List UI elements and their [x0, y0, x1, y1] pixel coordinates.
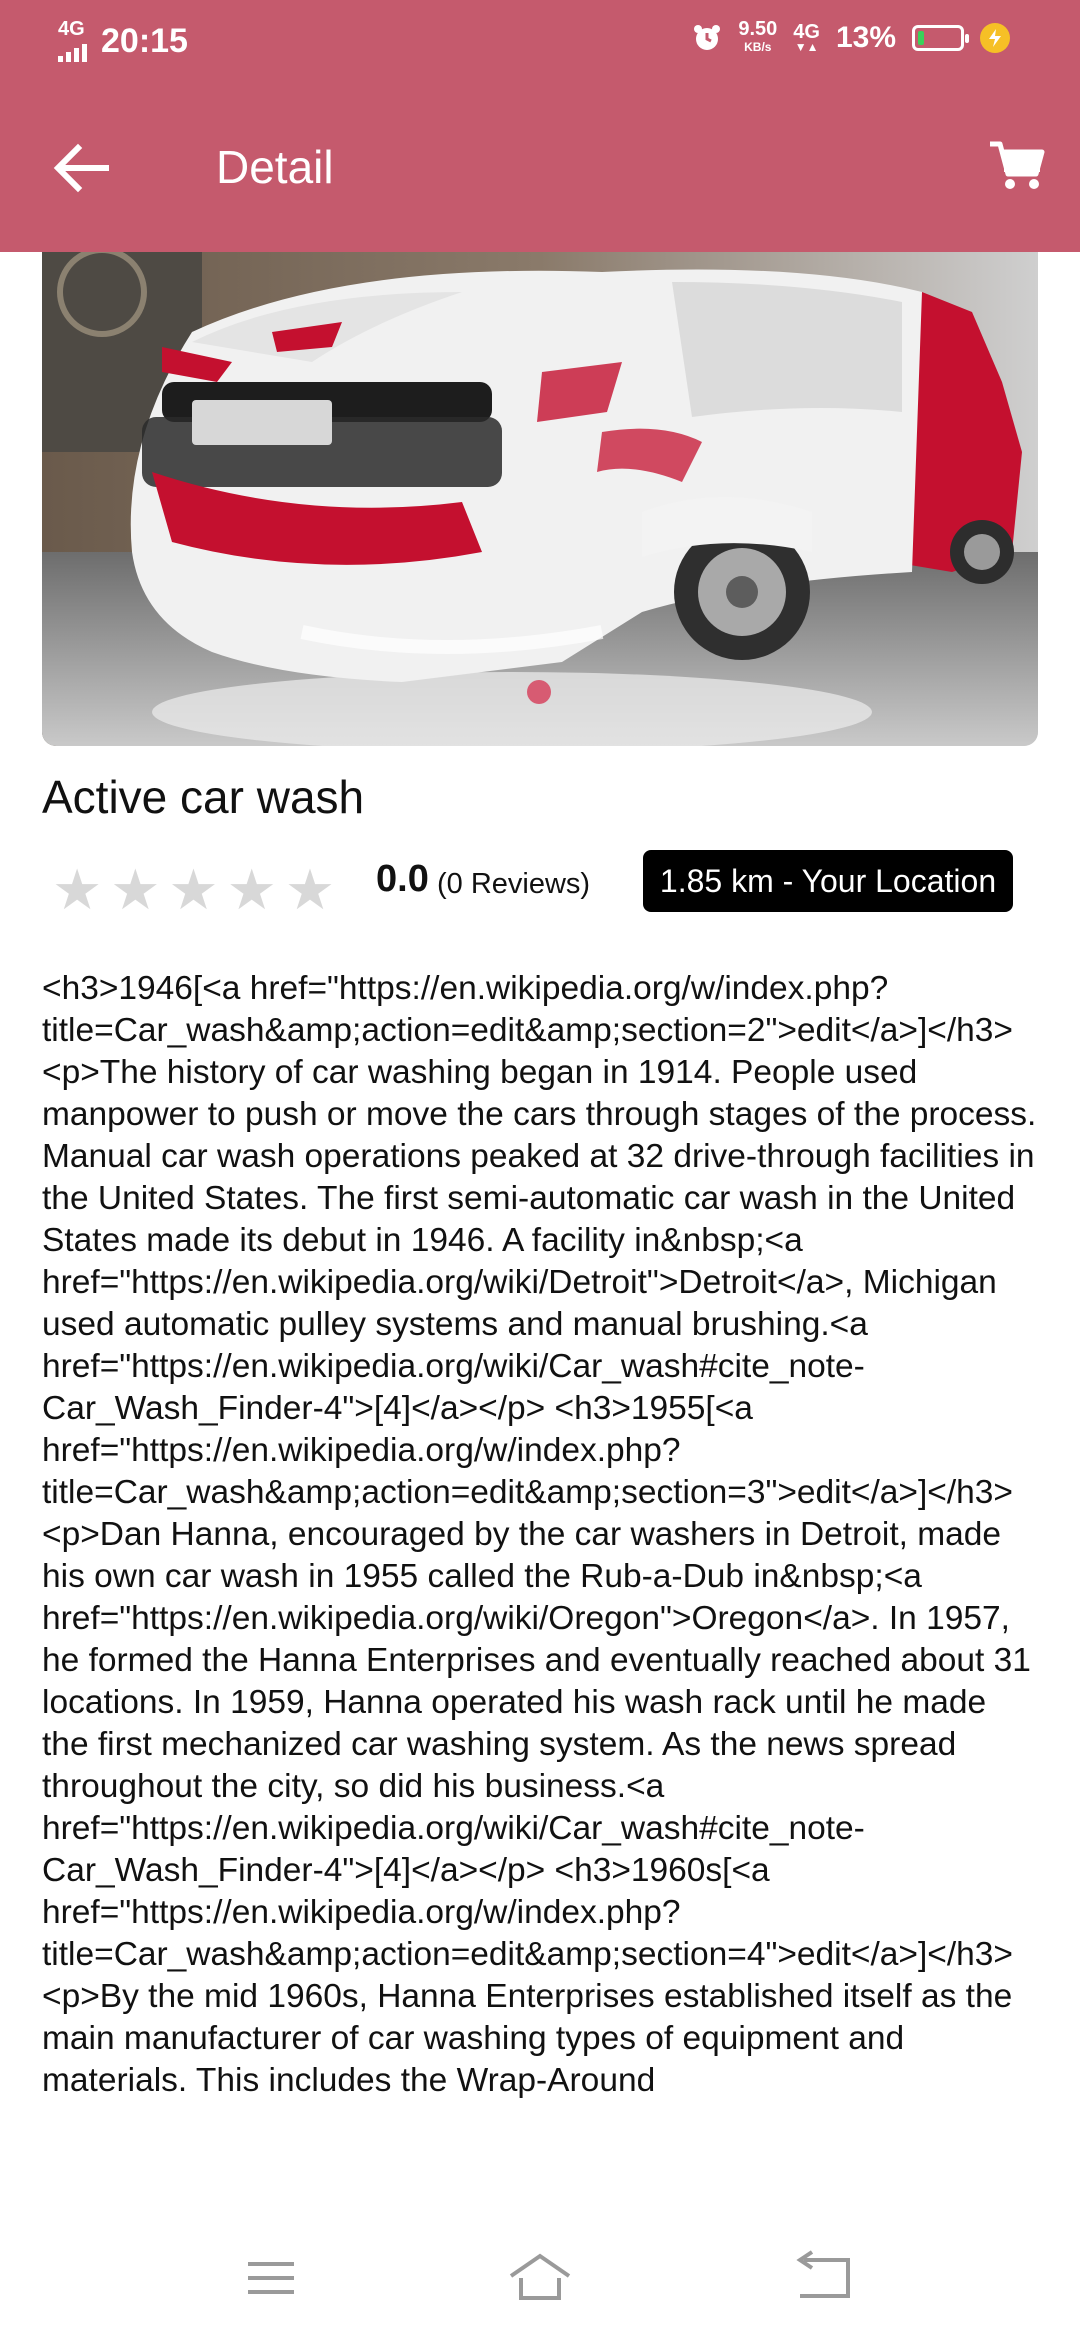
alarm-icon	[694, 25, 721, 50]
back-icon[interactable]	[790, 2248, 860, 2308]
description-text: <h3>1946[<a href="https://en.wikipedia.o…	[42, 970, 1037, 2099]
signal-icon: 4G	[58, 18, 87, 62]
home-icon[interactable]	[505, 2248, 575, 2308]
menu-icon[interactable]	[236, 2248, 306, 2308]
charging-icon	[980, 23, 1010, 53]
star-icon[interactable]: ★	[227, 862, 277, 918]
carousel-indicator[interactable]	[527, 680, 551, 704]
battery-percent: 13%	[835, 21, 896, 54]
cart-icon[interactable]	[986, 136, 1046, 196]
system-nav-bar	[0, 2220, 1080, 2340]
review-count[interactable]: (0 Reviews)	[437, 868, 590, 901]
star-icon[interactable]: ★	[52, 862, 102, 918]
star-icon[interactable]: ★	[168, 862, 218, 918]
clock: 20:15	[101, 21, 188, 60]
star-icon[interactable]: ★	[110, 862, 160, 918]
mobile-data-icon: 4G ▼▲	[793, 21, 820, 54]
arrow-left-icon[interactable]	[50, 136, 114, 200]
star-rating[interactable]: ★ ★ ★ ★ ★	[52, 862, 335, 918]
toolbar: Detail	[0, 84, 1080, 252]
network-type-left: 4G	[58, 18, 85, 40]
network-type-right: 4G	[793, 21, 820, 43]
page-title: Detail	[216, 141, 334, 193]
network-speed: 9.50 KB/s	[738, 18, 778, 54]
business-name: Active car wash	[42, 771, 365, 823]
status-bar: 4G 20:15 9.50 KB/s 4G ▼▲ 13%	[0, 0, 1080, 84]
car-wash-image[interactable]	[42, 252, 1038, 746]
star-icon[interactable]: ★	[285, 862, 335, 918]
distance-badge[interactable]: 1.85 km - Your Location	[643, 850, 1013, 912]
app-bar: 4G 20:15 9.50 KB/s 4G ▼▲ 13% Detail	[0, 0, 1080, 252]
battery-icon	[912, 25, 969, 51]
rating-value: 0.0	[376, 858, 429, 900]
